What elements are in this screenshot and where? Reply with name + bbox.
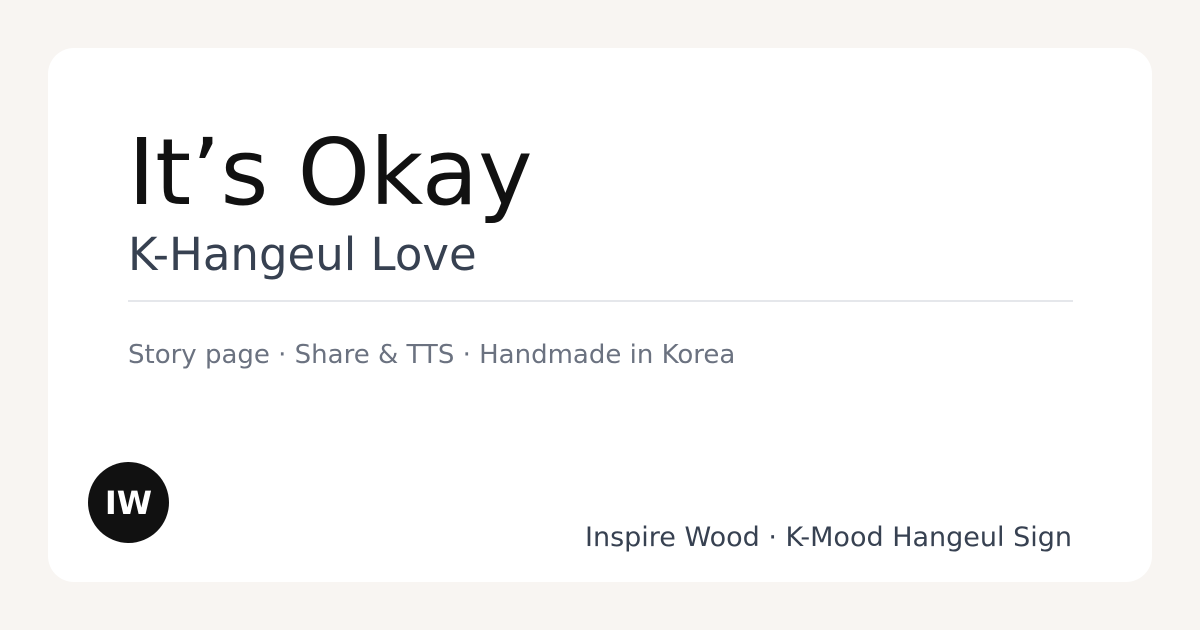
share-card: It’s Okay K-Hangeul Love Story page · Sh… [48,48,1152,582]
tagline: Story page · Share & TTS · Handmade in K… [128,340,736,370]
brand-logo: IW [88,462,169,543]
page-subtitle: K-Hangeul Love [128,228,477,281]
divider [128,300,1073,302]
page-title: It’s Okay [128,119,533,226]
footer-brand: Inspire Wood · K-Mood Hangeul Sign [585,522,1072,553]
logo-text: IW [104,483,153,522]
